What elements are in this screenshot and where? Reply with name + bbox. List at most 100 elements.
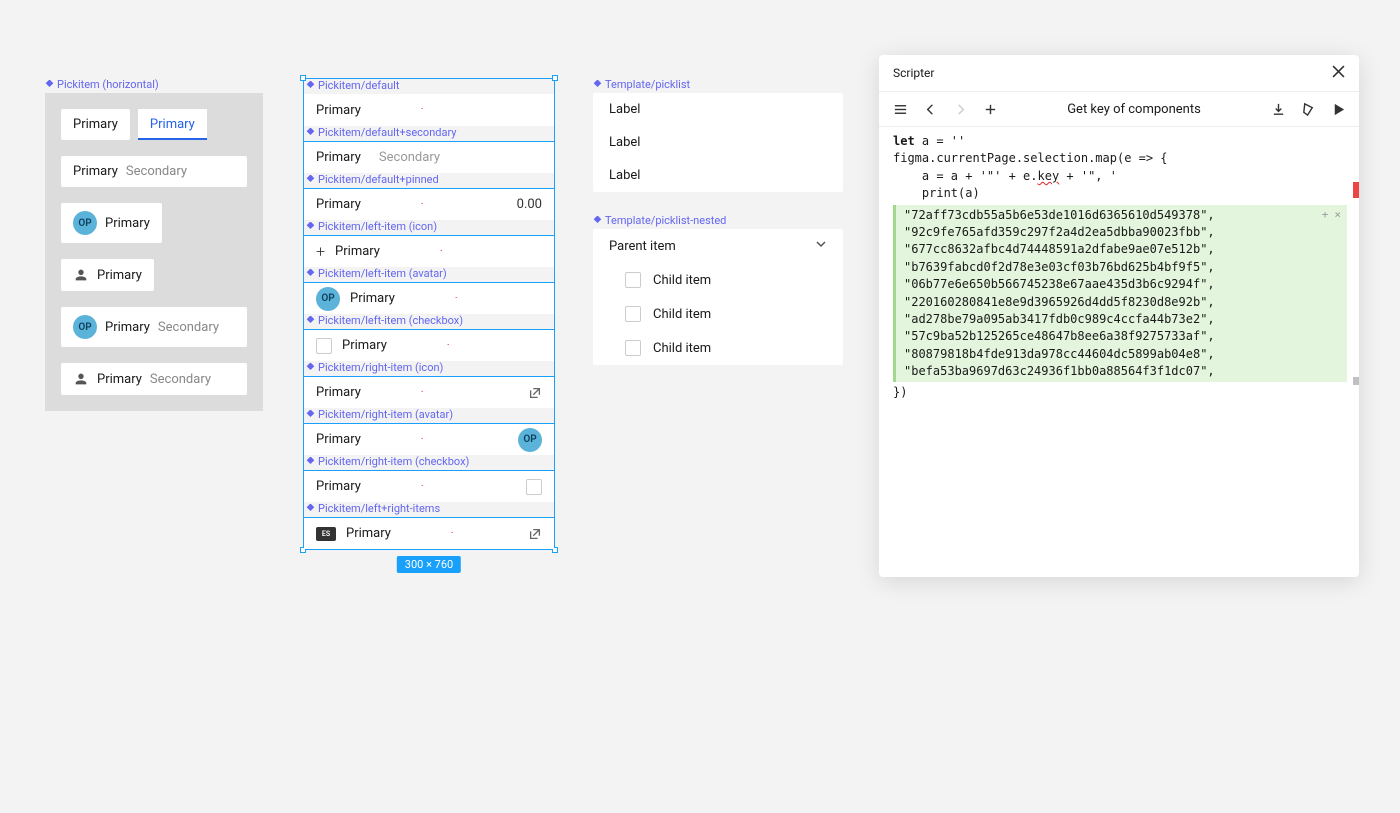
pickitem-horizontal-group: Pickitem (horizontal) Primary Primary Pr…	[45, 78, 263, 411]
output-line: "ad278be79a095ab3417fdb0c989c4ccfa44b73e…	[904, 311, 1339, 328]
output-add-icon[interactable]: +	[1322, 207, 1329, 223]
output-line: "57c9ba52b125265ce48647b8ee6a38f9275733a…	[904, 328, 1339, 345]
component-label: Pickitem/default+secondary	[304, 126, 554, 139]
add-icon[interactable]	[979, 98, 1001, 120]
pickitem-variant[interactable]: Primary·OP	[304, 423, 554, 455]
component-label-text: Template/picklist	[605, 78, 690, 91]
output-line: "220160280841e8e9d3965926d4dd5f8230d8e92…	[904, 294, 1339, 311]
checkbox[interactable]	[625, 340, 641, 356]
external-link-icon[interactable]	[528, 386, 542, 400]
avatar: OP	[73, 315, 97, 339]
output-line: "72aff73cdb55a5b6e53de1016d6365610d54937…	[904, 207, 1339, 224]
list-item[interactable]: Label	[593, 126, 843, 159]
indicator-dot: ·	[421, 105, 424, 115]
panel-title: Scripter	[893, 66, 1332, 80]
child-item[interactable]: Child item	[593, 297, 843, 331]
close-icon[interactable]	[1332, 65, 1345, 81]
download-icon[interactable]	[1267, 98, 1289, 120]
primary-text: Primary	[316, 432, 361, 447]
indicator-dot: ·	[440, 247, 443, 257]
child-item[interactable]: Child item	[593, 331, 843, 365]
scroll-marker	[1353, 377, 1359, 385]
code-editor[interactable]: let a = ''figma.currentPage.selection.ma…	[879, 127, 1359, 577]
script-title[interactable]: Get key of components	[1009, 102, 1259, 117]
back-icon[interactable]	[919, 98, 941, 120]
es-badge: ES	[316, 527, 336, 541]
component-icon	[593, 216, 602, 225]
component-label: Template/picklist-nested	[593, 214, 843, 227]
run-icon[interactable]	[1327, 98, 1349, 120]
list-item[interactable]: Label	[593, 159, 843, 192]
component-label: Pickitem (horizontal)	[45, 78, 263, 91]
component-label: Pickitem/default	[304, 79, 554, 92]
output-block: + × "72aff73cdb55a5b6e53de1016d6365610d54…	[893, 205, 1347, 383]
pickitem-variant[interactable]: OPPrimary·	[304, 282, 554, 314]
code-line: })	[893, 384, 1359, 401]
clear-icon[interactable]	[1297, 98, 1319, 120]
primary-text: Primary	[335, 244, 380, 259]
output-line: "06b77e6e650b566745238e67aae435d3b6c9294…	[904, 276, 1339, 293]
primary-text: Primary	[350, 291, 395, 306]
parent-item-row[interactable]: Parent item	[593, 229, 843, 263]
primary-text: Primary	[316, 150, 361, 165]
code-line: figma.currentPage.selection.map(e => {	[893, 150, 1359, 167]
indicator-dot: ·	[421, 482, 424, 492]
dimensions-badge: 300 × 760	[397, 556, 461, 573]
pickitem[interactable]: PrimarySecondary	[61, 156, 247, 187]
code-line: a = a + '"' + e.key + '", '	[893, 168, 1359, 185]
pickitem-variant[interactable]: ESPrimary·	[304, 517, 554, 549]
pickitem[interactable]: OP Primary	[61, 203, 162, 243]
indicator-dot: ·	[421, 388, 424, 398]
output-line: "b7639fabcd0f2d78e3e03cf03b76bd625b4bf9f…	[904, 259, 1339, 276]
pickitem-variants-selection[interactable]: Pickitem/default Primary · Pickitem/default…	[303, 78, 555, 550]
indicator-dot: ·	[421, 200, 424, 210]
component-label: Template/picklist	[593, 78, 843, 91]
pickitem-variant[interactable]: Primary ·	[304, 470, 554, 502]
scripter-toolbar: Get key of components	[879, 92, 1359, 127]
pickitem[interactable]: PrimarySecondary	[61, 363, 247, 395]
component-label: Pickitem/left-item (icon)	[304, 220, 554, 233]
error-marker	[1353, 182, 1359, 198]
menu-icon[interactable]	[889, 98, 911, 120]
code-line: print(a)	[893, 185, 1359, 202]
selection-handle[interactable]	[300, 75, 306, 81]
primary-text: Primary	[316, 479, 361, 494]
chevron-down-icon	[815, 238, 827, 254]
selection-handle[interactable]	[552, 75, 558, 81]
output-close-icon[interactable]: ×	[1334, 207, 1341, 223]
primary-text: Primary	[316, 103, 361, 118]
pickitem[interactable]: Primary	[61, 109, 130, 140]
pickitem-row: Primary Primary	[61, 109, 247, 140]
pinned-value: 0.00	[517, 197, 542, 212]
component-label: Pickitem/left-item (avatar)	[304, 267, 554, 280]
output-line: "677cc8632afbc4d74448591a2dfabe9ae07e512…	[904, 241, 1339, 258]
external-link-icon[interactable]	[528, 527, 542, 541]
child-item[interactable]: Child item	[593, 263, 843, 297]
scripter-header: Scripter	[879, 55, 1359, 92]
pickitem-active[interactable]: Primary	[138, 109, 207, 140]
component-icon	[45, 80, 54, 89]
component-label-text: Pickitem (horizontal)	[57, 78, 159, 91]
pickitem-variant[interactable]: Primary·	[304, 329, 554, 361]
pickitem-variant[interactable]: Primary ·	[304, 376, 554, 408]
checkbox[interactable]	[625, 272, 641, 288]
horizontal-panel: Primary Primary PrimarySecondary OP Prim…	[45, 93, 263, 411]
component-label-text: Template/picklist-nested	[605, 214, 726, 227]
output-line: "80879818b4fde913da978cc44604dc5899ab04e…	[904, 346, 1339, 363]
checkbox[interactable]	[625, 306, 641, 322]
checkbox[interactable]	[316, 338, 332, 354]
component-label: Pickitem/left-item (checkbox)	[304, 314, 554, 327]
pickitem[interactable]: OP PrimarySecondary	[61, 307, 247, 347]
list-item[interactable]: Label	[593, 93, 843, 126]
person-icon	[73, 267, 89, 283]
pickitem-variant[interactable]: Primary·0.00	[304, 188, 554, 220]
pickitem-variant[interactable]: PrimarySecondary	[304, 141, 554, 173]
component-label: Pickitem/right-item (icon)	[304, 361, 554, 374]
pickitem-variant[interactable]: +Primary·	[304, 235, 554, 267]
indicator-dot: ·	[421, 435, 424, 445]
pickitem[interactable]: Primary	[61, 259, 154, 291]
forward-icon	[949, 98, 971, 120]
pickitem-variant[interactable]: Primary ·	[304, 94, 554, 126]
primary-text: Primary	[316, 385, 361, 400]
checkbox[interactable]	[526, 479, 542, 495]
